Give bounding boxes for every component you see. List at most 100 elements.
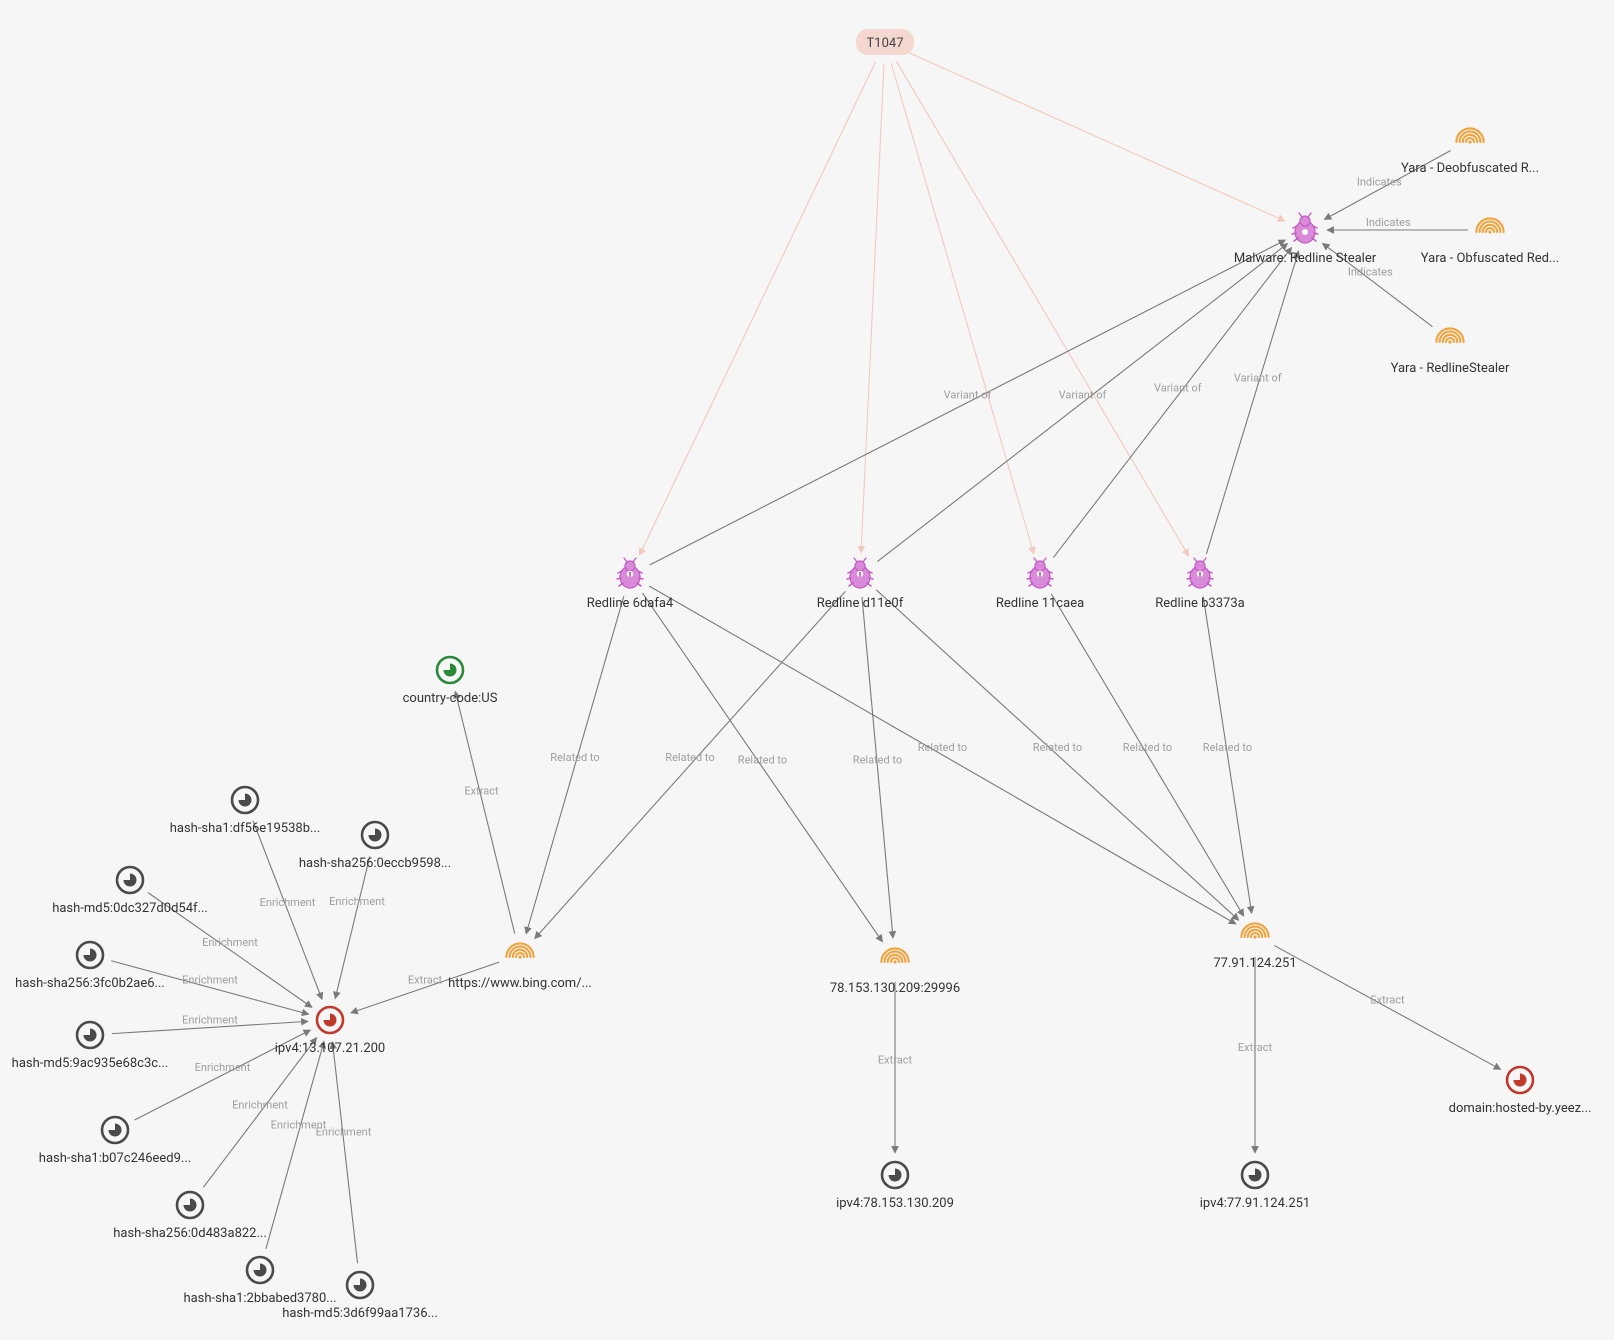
node-rl_6dafa4[interactable]: Redline 6dafa4 [587, 558, 674, 611]
edge-label: Indicates [1348, 266, 1393, 279]
edge-label: Enrichment [329, 895, 385, 908]
edge-label: Enrichment [182, 1014, 238, 1027]
node-h_md5_9ac[interactable]: hash-md5:9ac935e68c3c... [12, 1022, 169, 1071]
node-yara1[interactable]: Yara - Deobfuscated R... [1401, 128, 1539, 176]
edge-label: Related to [1123, 741, 1172, 754]
edge [891, 63, 1034, 554]
edge-label: Indicates [1357, 176, 1402, 189]
node-label: ipv4:78.153.130.209 [836, 1196, 954, 1211]
edge [862, 597, 893, 938]
node-h_md5_0dc[interactable]: hash-md5:0dc327d0d54f... [52, 867, 208, 916]
edge-label: Variant of [1234, 371, 1282, 384]
edge [1203, 597, 1251, 914]
node-h_sha1_2bb[interactable]: hash-sha1:2bbabed3780... [183, 1257, 336, 1306]
edge-label: Enrichment [182, 974, 238, 987]
threat-intel-graph[interactable]: Indicates Indicates Indicates Variant of Var… [0, 0, 1614, 1340]
node-rl_d11e0f[interactable]: Redline d11e0f [817, 558, 904, 611]
node-label: Yara - Deobfuscated R... [1401, 161, 1539, 176]
edge-label: Enrichment [202, 936, 258, 949]
edge-label: Related to [738, 754, 787, 767]
edge [861, 64, 884, 553]
edge-label: Extract [878, 1054, 913, 1067]
node-label: ipv4:77.91.124.251 [1200, 1196, 1311, 1211]
edge [332, 1042, 357, 1263]
node-yara3[interactable]: Yara - RedlineStealer [1391, 328, 1510, 376]
edge [535, 591, 846, 938]
node-label: hash-sha1:df56e19538b... [170, 821, 321, 836]
node-label: hash-md5:3d6f99aa1736... [282, 1306, 438, 1321]
node-h_sha1_df[interactable]: hash-sha1:df56e19538b... [170, 787, 321, 836]
edge-label: Related to [550, 751, 599, 764]
edge-layer: Indicates Indicates Indicates Variant of Var… [111, 51, 1500, 1263]
node-label: Redline b3373a [1155, 596, 1244, 611]
edge-label: Variant of [944, 389, 992, 402]
node-rl_b3373a[interactable]: Redline b3373a [1155, 558, 1244, 611]
edge-label: Indicates [1366, 216, 1411, 229]
node-label: hash-sha256:0eccb9598... [299, 856, 451, 871]
node-label: domain:hosted-by.yeez... [1449, 1101, 1592, 1116]
node-label: hash-md5:9ac935e68c3c... [12, 1056, 169, 1071]
edge [650, 240, 1286, 565]
node-fp_7791[interactable]: 77.91.124.251 [1213, 923, 1296, 971]
node-h_sha256_0d[interactable]: hash-sha256:0d483a822... [113, 1192, 267, 1241]
edge [639, 62, 875, 555]
node-label: Yara - RedlineStealer [1391, 361, 1510, 376]
edge-label: Enrichment [260, 896, 316, 909]
edge-label: Related to [665, 751, 714, 764]
edge [642, 593, 882, 942]
edge-label: Extract [464, 784, 499, 797]
edge-label: Enrichment [232, 1099, 288, 1112]
edge-label: Extract [1370, 994, 1405, 1007]
node-label: hash-sha256:0d483a822... [113, 1226, 267, 1241]
edge-label: Variant of [1154, 382, 1202, 395]
node-yara2[interactable]: Yara - Obfuscated Red... [1421, 218, 1559, 266]
node-label: Malware: Redline Stealer [1234, 251, 1377, 266]
edge [526, 596, 624, 934]
node-dom_yeez[interactable]: domain:hosted-by.yeez... [1449, 1067, 1592, 1116]
node-label: 77.91.124.251 [1213, 956, 1296, 971]
edge-label: Enrichment [316, 1125, 372, 1138]
node-ipv4_78[interactable]: ipv4:78.153.130.209 [836, 1162, 954, 1211]
edge-label: Related to [853, 754, 902, 767]
node-label: https://www.bing.com/... [448, 976, 592, 991]
node-h_sha256_3f[interactable]: hash-sha256:3fc0b2ae6... [15, 942, 165, 991]
node-h_sha256_0e[interactable]: hash-sha256:0eccb9598... [299, 822, 451, 871]
edge [1274, 946, 1500, 1070]
node-label: Redline d11e0f [817, 596, 904, 611]
node-label: Redline 11caea [996, 596, 1084, 611]
node-label: hash-md5:0dc327d0d54f... [52, 901, 208, 916]
edge [266, 1041, 324, 1249]
edge [877, 243, 1287, 561]
edge [1051, 594, 1243, 916]
node-label: hash-sha256:3fc0b2ae6... [15, 976, 165, 991]
node-fp_78153[interactable]: 78.153.130.209:29996 [830, 948, 960, 996]
edge [896, 61, 1189, 556]
edge [253, 821, 322, 1000]
node-label: hash-sha1:2bbabed3780... [183, 1291, 336, 1306]
edge [1206, 251, 1298, 554]
edge-label: Variant of [1059, 389, 1107, 402]
node-fp_bing[interactable]: https://www.bing.com/... [448, 943, 592, 991]
edge-label: Related to [918, 741, 967, 754]
node-label: ipv4:13.107.21.200 [275, 1041, 386, 1056]
edge-label: Enrichment [195, 1061, 251, 1074]
node-rl_11caea[interactable]: Redline 11caea [996, 558, 1084, 611]
edge [335, 856, 370, 998]
edge-label: Extract [408, 974, 443, 987]
node-t1047[interactable]: T1047 [856, 29, 914, 55]
svg-text:T1047: T1047 [867, 36, 904, 51]
node-ipv4_77[interactable]: ipv4:77.91.124.251 [1200, 1162, 1311, 1211]
node-h_sha1_b07[interactable]: hash-sha1:b07c246eed9... [39, 1117, 191, 1166]
node-malware[interactable]: Malware: Redline Stealer [1234, 213, 1377, 266]
node-label: Yara - Obfuscated Red... [1421, 251, 1559, 266]
node-label: hash-sha1:b07c246eed9... [39, 1151, 191, 1166]
edge [455, 691, 515, 933]
node-ipv4_13[interactable]: ipv4:13.107.21.200 [275, 1007, 386, 1056]
node-label: Redline 6dafa4 [587, 596, 674, 611]
edge-label: Extract [1238, 1041, 1273, 1054]
edge [876, 590, 1238, 920]
edge-label: Related to [1203, 741, 1252, 754]
node-cc_us[interactable]: country-code:US [403, 657, 498, 706]
node-label: 78.153.130.209:29996 [830, 981, 960, 996]
edge-label: Related to [1033, 741, 1082, 754]
